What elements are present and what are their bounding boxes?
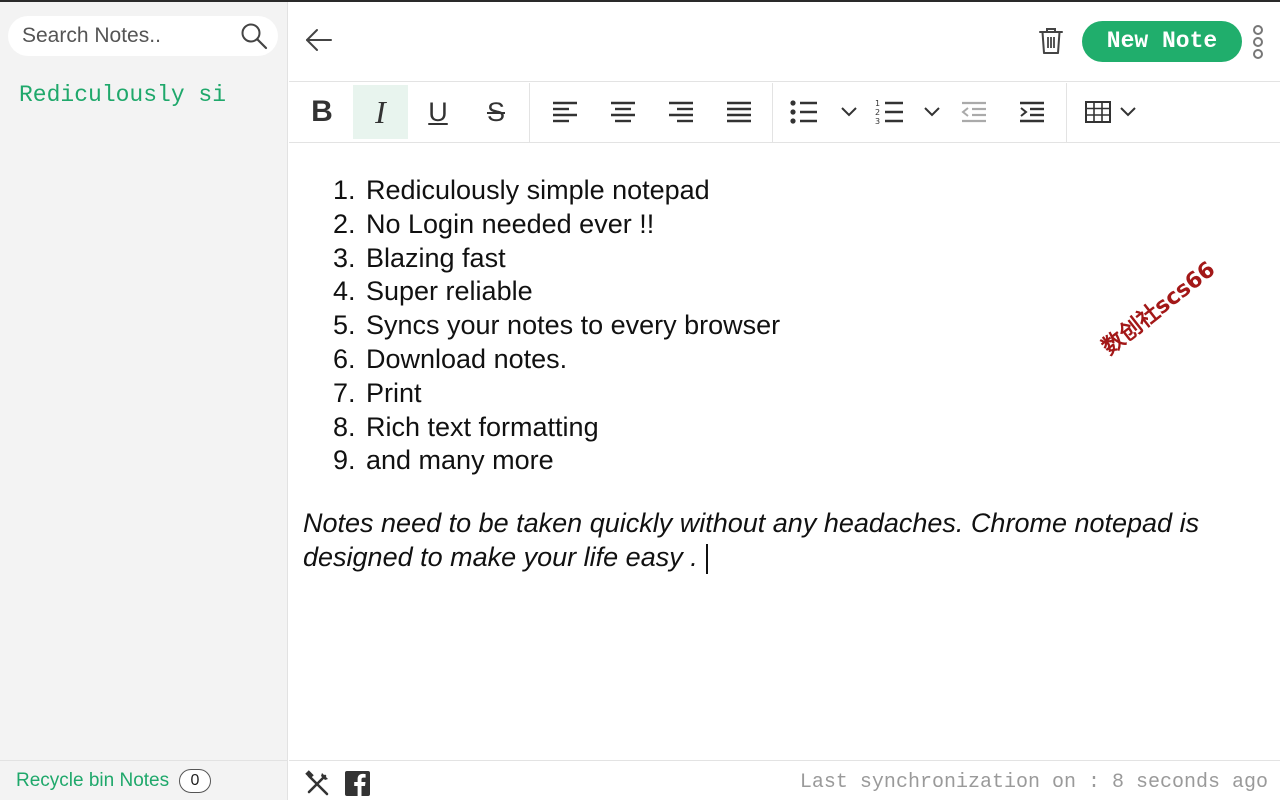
numbered-list-icon: 123 [875, 99, 903, 126]
italic-button[interactable]: I [353, 85, 408, 139]
note-paragraph-text: Notes need to be taken quickly without a… [303, 508, 1200, 572]
search-box [8, 16, 278, 56]
list-number: 7. [333, 377, 356, 408]
bullet-list-button[interactable] [789, 85, 865, 139]
list-item: 5. Syncs your notes to every browser [333, 309, 780, 343]
toolbar-separator [772, 83, 773, 143]
list-number: 2. [333, 208, 356, 239]
new-note-button[interactable]: New Note [1082, 21, 1242, 62]
list-item: 6. Download notes. [333, 343, 780, 377]
list-item-text: Print [366, 377, 422, 408]
sync-status: Last synchronization on : 8 seconds ago [799, 771, 1268, 794]
search-input[interactable] [22, 20, 232, 52]
facebook-icon[interactable] [345, 771, 370, 796]
list-item: 4. Super reliable [333, 275, 780, 309]
bold-icon: B [311, 95, 333, 128]
note-editor[interactable]: 1. Rediculously simple notepad 2. No Login… [289, 144, 1280, 760]
sidebar: Rediculously si Recycle bin Notes 0 [0, 2, 288, 800]
list-item-text: No Login needed ever !! [366, 208, 655, 239]
editor-header: New Note [289, 2, 1280, 82]
outdent-icon [961, 101, 986, 123]
svg-text:2: 2 [875, 108, 880, 117]
chevron-down-icon[interactable] [839, 105, 859, 119]
list-item: 1. Rediculously simple notepad [333, 174, 780, 208]
back-arrow-icon[interactable] [303, 24, 335, 56]
list-item-text: Super reliable [366, 276, 533, 307]
list-item-text: Rich text formatting [366, 411, 599, 442]
list-number: 4. [333, 276, 356, 307]
recycle-bin-link[interactable]: Recycle bin Notes [16, 770, 169, 792]
toolbar-separator [1066, 83, 1067, 143]
note-paragraph: Notes need to be taken quickly without a… [303, 506, 1273, 574]
more-options-icon[interactable] [1251, 24, 1265, 60]
align-justify-icon [727, 101, 751, 123]
facebook-f-glyph [354, 773, 366, 796]
insert-table-button[interactable] [1084, 85, 1144, 139]
list-item-text: and many more [366, 445, 554, 476]
list-number: 6. [333, 343, 356, 374]
bold-button[interactable]: B [303, 85, 341, 139]
align-center-icon [611, 101, 635, 123]
formatting-toolbar: B I U S 1 2 3 [289, 83, 1280, 143]
align-left-icon [553, 101, 577, 123]
table-icon [1085, 101, 1111, 123]
svg-text:1: 1 [875, 99, 880, 108]
numbered-list: 1. Rediculously simple notepad 2. No Login… [333, 174, 780, 478]
numbered-list-button[interactable]: 123 [875, 85, 947, 139]
indent-icon [1020, 101, 1044, 123]
list-number: 8. [333, 411, 356, 442]
note-list-item[interactable]: Rediculously si [0, 72, 287, 118]
list-item: 8. Rich text formatting [333, 411, 780, 445]
strikethrough-icon: S [486, 96, 505, 127]
align-right-icon [669, 101, 693, 123]
align-justify-button[interactable] [721, 85, 757, 139]
list-item: 3. Blazing fast [333, 242, 780, 276]
search-icon[interactable] [240, 22, 268, 50]
list-item: 7. Print [333, 377, 780, 411]
list-number: 1. [333, 175, 356, 205]
underline-button[interactable]: U [419, 85, 457, 139]
list-item-text: Rediculously simple notepad [366, 175, 710, 205]
svg-text:3: 3 [875, 117, 880, 126]
recycle-bin-count-badge: 0 [179, 769, 211, 793]
underline-icon: U [428, 96, 448, 127]
list-item-text: Blazing fast [366, 242, 506, 273]
list-number: 3. [333, 242, 356, 273]
chevron-down-icon[interactable] [922, 105, 942, 119]
text-caret [705, 543, 708, 574]
italic-icon: I [375, 93, 386, 130]
list-item: 2. No Login needed ever !! [333, 208, 780, 242]
chevron-down-icon[interactable] [1118, 105, 1138, 119]
align-left-button[interactable] [547, 85, 583, 139]
align-center-button[interactable] [605, 85, 641, 139]
toolbar-separator [529, 83, 530, 143]
bullet-list-icon [790, 100, 817, 124]
trash-icon[interactable] [1037, 26, 1065, 56]
list-number: 5. [333, 310, 356, 341]
list-item-text: Syncs your notes to every browser [366, 310, 781, 341]
list-item: 9. and many more [333, 444, 780, 478]
align-right-button[interactable] [663, 85, 699, 139]
sidebar-footer: Recycle bin Notes 0 [0, 760, 287, 800]
list-item-text: Download notes. [366, 343, 568, 374]
strikethrough-button[interactable]: S [477, 85, 515, 139]
tools-icon[interactable] [305, 770, 331, 796]
editor-footer: Last synchronization on : 8 seconds ago [289, 760, 1280, 800]
indent-button[interactable] [1015, 85, 1049, 139]
outdent-button[interactable] [957, 85, 991, 139]
list-number: 9. [333, 445, 356, 476]
